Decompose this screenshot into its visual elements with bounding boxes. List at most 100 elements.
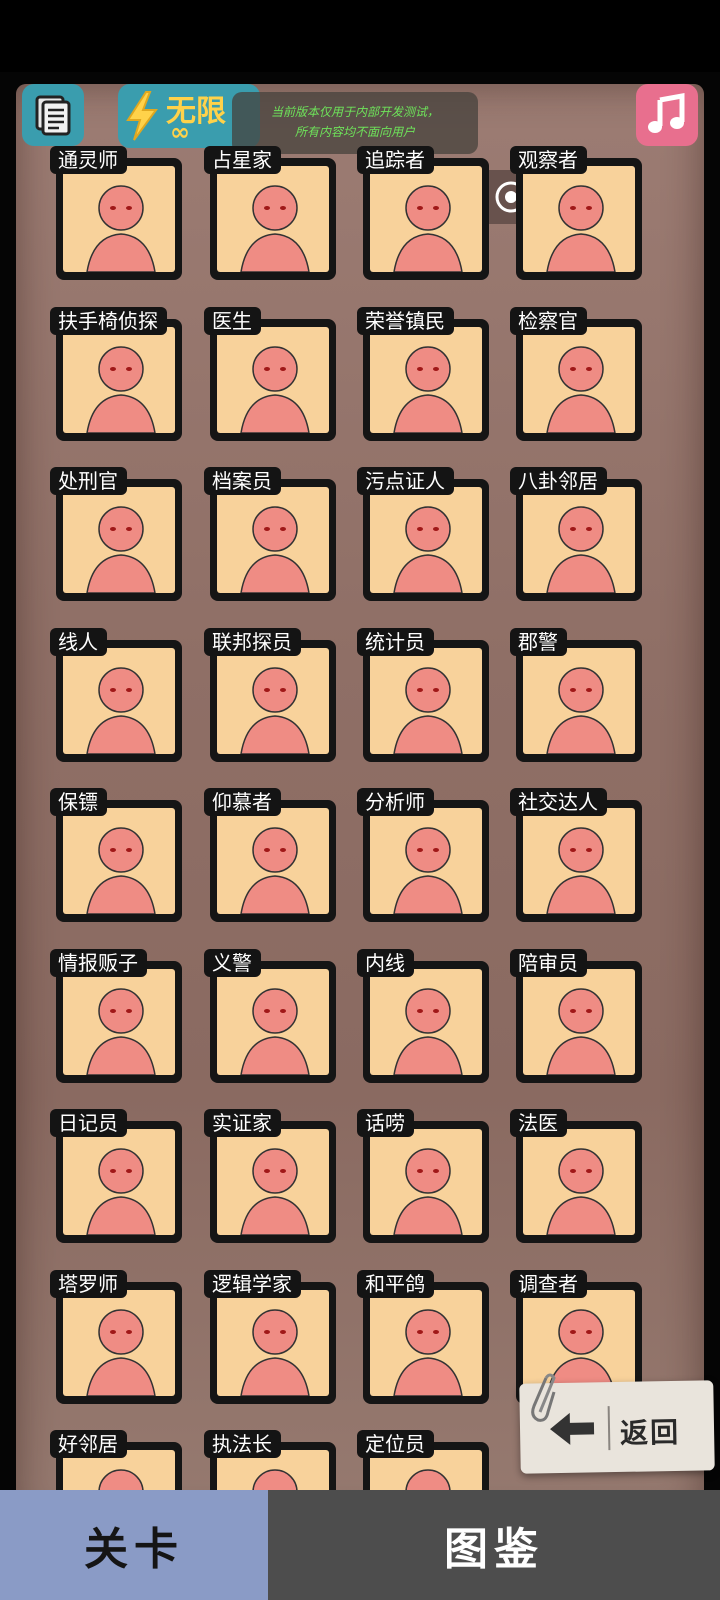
role-card[interactable]: 统计员 — [357, 628, 489, 778]
role-card[interactable]: 检察官 — [510, 307, 642, 457]
role-name: 实证家 — [204, 1109, 281, 1137]
role-figure-icon — [546, 827, 616, 914]
role-name: 占星家 — [204, 146, 281, 174]
role-portrait — [523, 969, 635, 1075]
role-figure-icon — [240, 988, 310, 1075]
role-card[interactable]: 医生 — [204, 307, 336, 457]
role-figure-icon — [393, 346, 463, 433]
role-figure-icon — [546, 185, 616, 272]
role-figure-icon — [393, 185, 463, 272]
role-figure-icon — [86, 988, 156, 1075]
role-portrait — [63, 969, 175, 1075]
role-name: 通灵师 — [50, 146, 127, 174]
role-portrait — [217, 1129, 329, 1235]
role-name: 郡警 — [510, 628, 567, 656]
role-name: 扶手椅侦探 — [50, 307, 167, 335]
role-card[interactable]: 实证家 — [204, 1109, 336, 1259]
role-card[interactable]: 仰慕者 — [204, 788, 336, 938]
role-card[interactable]: 污点证人 — [357, 467, 489, 617]
role-card[interactable]: 线人 — [50, 628, 182, 778]
role-figure-icon — [393, 1148, 463, 1235]
role-card[interactable]: 联邦探员 — [204, 628, 336, 778]
role-name: 污点证人 — [357, 467, 454, 495]
role-card[interactable]: 追踪者 — [357, 146, 489, 296]
role-card[interactable]: 档案员 — [204, 467, 336, 617]
role-name: 档案员 — [204, 467, 281, 495]
role-portrait — [63, 808, 175, 914]
role-card[interactable]: 占星家 — [204, 146, 336, 296]
role-card[interactable]: 话唠 — [357, 1109, 489, 1259]
paperclip-icon — [531, 1373, 556, 1422]
role-name: 检察官 — [510, 307, 587, 335]
role-figure-icon — [546, 506, 616, 593]
role-name: 执法长 — [204, 1430, 281, 1458]
role-portrait — [523, 808, 635, 914]
role-card[interactable]: 内线 — [357, 949, 489, 1099]
role-figure-icon — [546, 667, 616, 754]
role-name: 塔罗师 — [50, 1270, 127, 1298]
role-card[interactable]: 八卦邻居 — [510, 467, 642, 617]
role-name: 调查者 — [510, 1270, 587, 1298]
role-name: 处刑官 — [50, 467, 127, 495]
tab-gallery[interactable]: 图鉴 — [268, 1490, 720, 1600]
role-portrait — [523, 166, 635, 272]
role-card[interactable]: 处刑官 — [50, 467, 182, 617]
tab-gallery-label: 图鉴 — [444, 1524, 544, 1575]
role-figure-icon — [86, 1148, 156, 1235]
dev-notice: 当前版本仅用于内部开发测试， 所有内容均不面向用户 — [232, 92, 478, 154]
role-card[interactable]: 分析师 — [357, 788, 489, 938]
role-card[interactable]: 塔罗师 — [50, 1270, 182, 1420]
role-card[interactable]: 情报贩子 — [50, 949, 182, 1099]
status-bar — [0, 0, 720, 72]
role-portrait — [217, 1290, 329, 1396]
role-figure-icon — [86, 346, 156, 433]
role-portrait — [217, 648, 329, 754]
role-card[interactable]: 观察者 — [510, 146, 642, 296]
role-figure-icon — [546, 1148, 616, 1235]
role-card[interactable]: 义警 — [204, 949, 336, 1099]
role-figure-icon — [240, 1309, 310, 1396]
role-name: 日记员 — [50, 1109, 127, 1137]
role-figure-icon — [240, 827, 310, 914]
role-name: 陪审员 — [510, 949, 587, 977]
menu-button[interactable] — [22, 84, 84, 146]
role-portrait — [370, 969, 482, 1075]
role-card[interactable]: 通灵师 — [50, 146, 182, 296]
role-card[interactable]: 荣誉镇民 — [357, 307, 489, 457]
role-card[interactable]: 法医 — [510, 1109, 642, 1259]
role-card[interactable]: 陪审员 — [510, 949, 642, 1099]
lightning-icon — [126, 91, 158, 141]
tab-levels[interactable]: 关卡 — [0, 1490, 268, 1600]
role-card[interactable]: 逻辑学家 — [204, 1270, 336, 1420]
role-name: 观察者 — [510, 146, 587, 174]
role-name: 话唠 — [357, 1109, 414, 1137]
role-portrait — [523, 487, 635, 593]
role-card[interactable]: 郡警 — [510, 628, 642, 778]
notice-line-1: 当前版本仅用于内部开发测试， — [270, 105, 439, 119]
role-figure-icon — [393, 506, 463, 593]
bottom-tab-bar: 关卡 图鉴 — [0, 1490, 720, 1600]
role-portrait — [523, 327, 635, 433]
role-name: 法医 — [510, 1109, 567, 1137]
role-portrait — [63, 1129, 175, 1235]
role-figure-icon — [546, 346, 616, 433]
role-portrait — [370, 166, 482, 272]
role-name: 分析师 — [357, 788, 434, 816]
role-figure-icon — [240, 506, 310, 593]
role-figure-icon — [86, 667, 156, 754]
role-card[interactable]: 日记员 — [50, 1109, 182, 1259]
role-name: 仰慕者 — [204, 788, 281, 816]
role-portrait — [217, 327, 329, 433]
role-card[interactable]: 社交达人 — [510, 788, 642, 938]
role-figure-icon — [393, 667, 463, 754]
role-name: 荣誉镇民 — [357, 307, 454, 335]
music-button[interactable] — [636, 84, 698, 146]
role-portrait — [217, 166, 329, 272]
role-portrait — [63, 487, 175, 593]
role-card[interactable]: 扶手椅侦探 — [50, 307, 182, 457]
role-figure-icon — [86, 506, 156, 593]
role-card[interactable]: 保镖 — [50, 788, 182, 938]
role-figure-icon — [393, 1309, 463, 1396]
role-card[interactable]: 和平鸽 — [357, 1270, 489, 1420]
role-portrait — [523, 1129, 635, 1235]
